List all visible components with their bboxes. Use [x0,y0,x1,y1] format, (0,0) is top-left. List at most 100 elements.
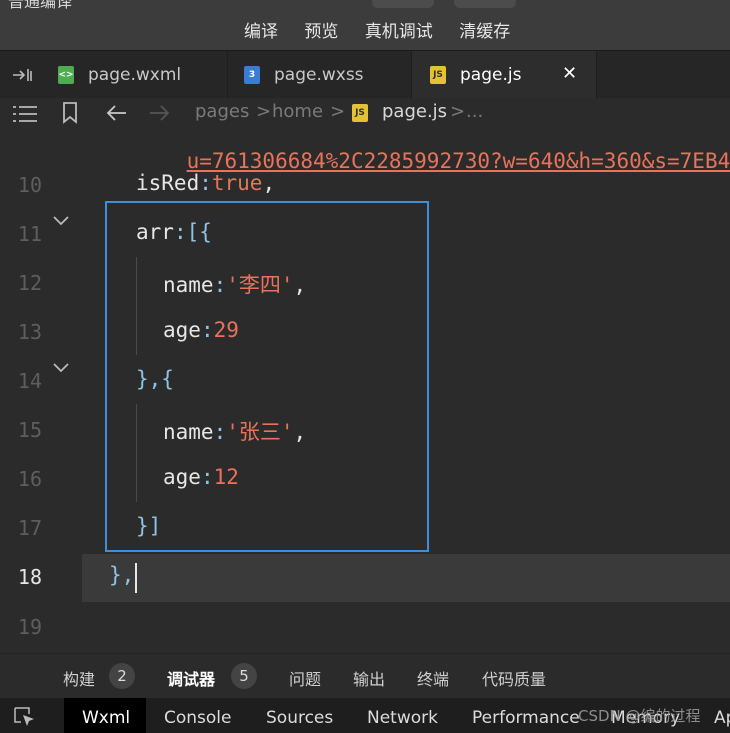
breadcrumb-separator: > [256,101,272,122]
code-value: true [211,171,263,195]
code-punct: , [293,273,307,297]
js-file-icon: JS [352,104,368,122]
wxml-file-icon: <> [58,66,74,84]
code-line-13: age:29 [163,318,239,342]
list-icon[interactable] [12,105,38,123]
tab-terminal[interactable]: 终端 [417,666,449,690]
toolbar-button-stub[interactable] [454,0,516,8]
forward-arrow-icon[interactable] [148,104,170,122]
tab-wxml[interactable]: Wxml [82,708,130,728]
tab-output[interactable]: 输出 [353,666,385,690]
code-line-15: name:'张三', [163,416,306,446]
code-punct: : [213,273,227,297]
code-key: arr [136,220,174,244]
tab-code-quality[interactable]: 代码质量 [482,666,546,690]
line-number: 19 [17,615,42,639]
preview-button[interactable]: 预览 [304,22,338,42]
text-caret [135,563,137,593]
code-punct: : [213,420,227,444]
tab-page-wxss[interactable]: 3 page.wxss [228,51,412,99]
code-line-12: name:'李四', [163,269,306,299]
line-number: 17 [17,516,42,540]
code-value: 29 [213,318,239,342]
tab-label: page.wxss [274,65,364,85]
bottom-panel-tabs: 构建 2 调试器 5 问题 输出 终端 代码质量 [0,653,730,699]
tab-debugger[interactable]: 调试器 [167,666,215,690]
code-key: name [163,420,214,444]
code-key: name [163,273,214,297]
code-value: 12 [213,465,239,489]
toolbar-actions: 编译 预览 真机调试 清缓存 [244,17,531,42]
compile-mode-select[interactable]: 普通编译 [8,0,72,12]
line-number: 14 [17,369,42,393]
breadcrumb-home[interactable]: home [272,101,323,122]
tab-network[interactable]: Network [367,708,438,728]
tab-problems[interactable]: 问题 [289,666,321,690]
breadcrumb-pages[interactable]: pages [195,101,249,122]
fold-chevron-icon[interactable] [52,361,70,375]
breadcrumb-separator: > [450,101,466,122]
url-string: u=761306684%2C2285992730?w=640&h=360&s=7… [186,149,730,173]
bookmark-icon[interactable] [62,102,78,124]
css-file-icon: 3 [244,66,260,84]
code-line-10: isRed:true, [136,171,275,195]
code-line-11: arr:[{ [136,220,212,244]
tab-label: page.js [460,65,522,85]
tab-ap-truncated[interactable]: Ap [714,708,730,728]
code-line-17: }] [136,514,162,538]
watermark: CSDN @编的过程 [578,707,701,725]
code-line-16: age:12 [163,465,239,489]
current-line-highlight [82,554,730,602]
remote-debug-button[interactable]: 真机调试 [365,22,433,42]
line-number: 15 [17,418,42,442]
indent-guide [136,404,137,502]
clear-cache-button[interactable]: 清缓存 [459,22,510,42]
code-punct: , [293,420,307,444]
code-key: age [163,465,201,489]
breadcrumb: pages > home > JS page.js > ... [0,98,730,129]
tab-performance[interactable]: Performance [472,708,580,728]
breadcrumb-separator: > [330,101,346,122]
code-editor[interactable]: u=761306684%2C2285992730?w=640&h=360&s=7… [82,129,730,653]
line-number: 13 [17,320,42,344]
code-value: '李四' [226,273,294,297]
close-tab-icon[interactable]: ✕ [562,63,577,84]
line-number: 16 [17,467,42,491]
debugger-count-badge: 5 [231,663,257,689]
code-key: isRed [136,171,200,195]
tab-build[interactable]: 构建 [63,666,95,690]
build-count-badge: 2 [109,663,135,689]
inspect-element-icon[interactable] [14,707,36,727]
line-number-gutter: 10 11 12 13 14 15 16 17 18 19 [0,129,82,653]
tab-page-js[interactable]: JS page.js ✕ [412,51,597,99]
tab-sources[interactable]: Sources [266,708,333,728]
breadcrumb-file[interactable]: page.js [382,101,447,122]
code-punct: : [200,318,214,342]
code-value: '张三' [226,420,294,444]
line-number: 11 [17,222,42,246]
line-number: 12 [17,271,42,295]
code-punct: : [199,171,212,195]
code-key: age [163,318,201,342]
tab-page-wxml[interactable]: <> page.wxml [44,51,228,99]
breadcrumb-ellipsis[interactable]: ... [466,101,483,122]
toolbar-button-stub[interactable] [372,0,434,8]
code-line-18: }, [109,563,135,587]
editor-tab-bar: <> page.wxml 3 page.wxss JS page.js ✕ [0,50,730,99]
collapse-arrow-icon [13,69,32,81]
line-number-active: 18 [17,565,42,589]
code-punct: :[{ [173,220,212,244]
tab-console[interactable]: Console [164,708,232,728]
code-line-14: },{ [136,367,174,391]
collapse-sidebar-button[interactable] [0,51,44,99]
line-number: 10 [17,173,42,197]
indent-guide [136,257,137,355]
js-file-icon: JS [430,66,446,84]
compile-button[interactable]: 编译 [244,22,278,42]
fold-chevron-icon[interactable] [52,214,70,228]
code-punct: : [200,465,214,489]
code-punct: , [262,171,276,195]
back-arrow-icon[interactable] [106,104,128,122]
top-toolbar: 普通编译 编译 预览 真机调试 清缓存 [0,0,730,50]
tab-label: page.wxml [88,65,182,85]
